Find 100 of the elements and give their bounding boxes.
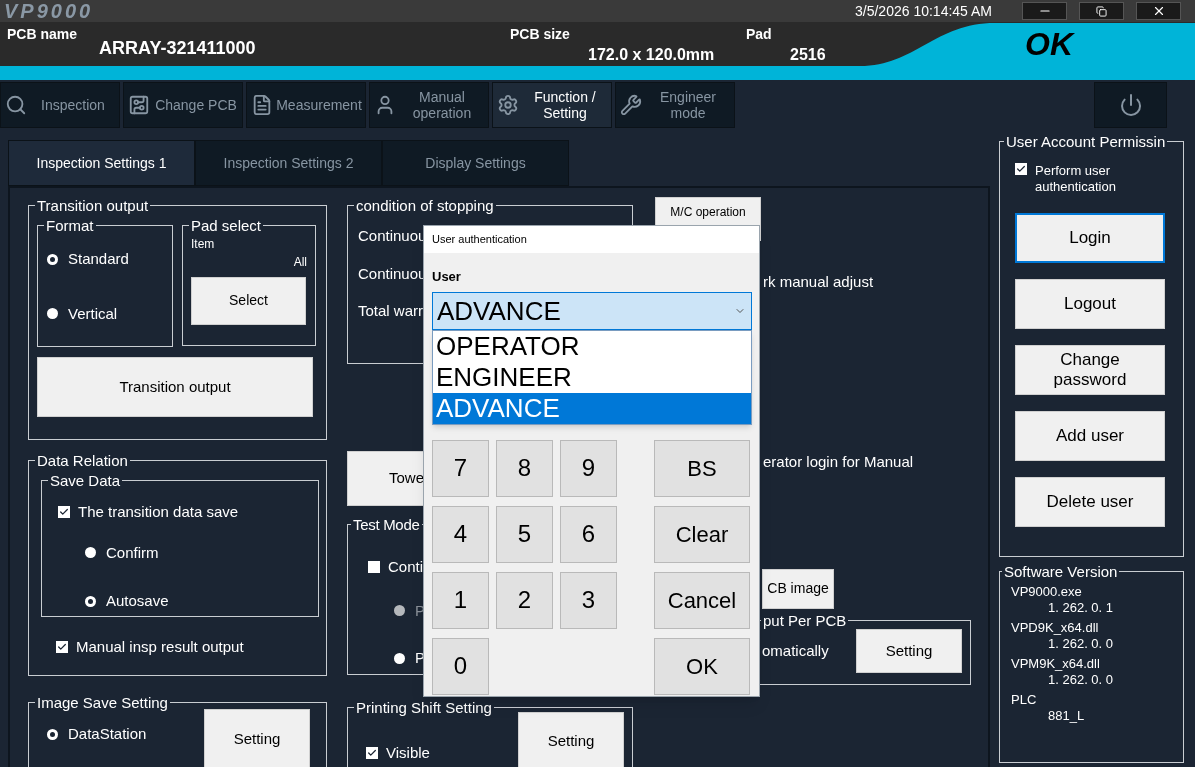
user-select[interactable]: ADVANCE: [432, 291, 752, 330]
close-button[interactable]: [1136, 2, 1181, 20]
checkbox-label: Conti: [388, 557, 424, 578]
account-button[interactable]: Delete user: [1015, 477, 1165, 527]
keypad-key[interactable]: Cancel: [654, 571, 750, 629]
nav-button[interactable]: Change PCB: [123, 81, 243, 128]
condition-label: Continuou: [358, 226, 427, 246]
group-title: Transition output: [36, 197, 150, 214]
radio-button[interactable]: [394, 652, 405, 664]
keypad-key[interactable]: BS: [654, 439, 750, 497]
pcb-size-value: 172.0 x 120.0mm: [588, 45, 716, 65]
select-button[interactable]: Select: [191, 277, 306, 325]
setting-button[interactable]: Setting: [204, 709, 310, 767]
nav-button[interactable]: Inspection: [0, 81, 120, 128]
condition-label: Continuou: [358, 263, 427, 284]
keypad-key[interactable]: 5: [496, 505, 553, 563]
transition-output-button[interactable]: Transition output: [37, 357, 313, 417]
settings-tab[interactable]: Inspection Settings 1: [8, 140, 195, 186]
account-button[interactable]: Logout: [1015, 279, 1165, 329]
nav-button[interactable]: Measurement: [246, 81, 366, 128]
pad-value: 2516: [790, 45, 827, 65]
setting-button[interactable]: Setting: [518, 711, 624, 767]
keypad-key[interactable]: 0: [432, 637, 489, 695]
dropdown-option[interactable]: OPERATOR: [433, 330, 751, 362]
radio-label: Autosave: [106, 591, 169, 612]
keypad-key[interactable]: 9: [560, 439, 617, 497]
module-version: 1. 262. 0. 1: [1048, 600, 1114, 616]
dialog-title: User authentication: [432, 232, 527, 248]
checkbox[interactable]: [368, 561, 380, 574]
radio-button[interactable]: [85, 595, 96, 607]
radio-button[interactable]: [47, 253, 58, 265]
checkbox[interactable]: [366, 746, 378, 759]
minimize-button[interactable]: [1022, 2, 1067, 20]
radio-button[interactable]: [47, 729, 58, 741]
restore-icon: [1096, 5, 1107, 17]
module-name: VP9000.exe: [1011, 584, 1082, 600]
app-logo: VP9000: [4, 1, 94, 21]
module-version: 1. 262. 0. 0: [1048, 672, 1114, 688]
checkbox[interactable]: [1015, 163, 1027, 175]
checkbox-label: The transition data save: [78, 502, 239, 523]
pcb-image-button[interactable]: CB image: [762, 569, 834, 609]
radio-label: Standard: [68, 249, 129, 269]
keypad-key[interactable]: 6: [560, 505, 617, 563]
keypad-key[interactable]: 8: [496, 439, 553, 497]
power-button[interactable]: [1094, 81, 1167, 128]
keypad-key[interactable]: Clear: [654, 505, 750, 563]
group-title: Test Mode: [352, 516, 421, 534]
result-status: OK: [1025, 25, 1073, 64]
power-icon: [1118, 92, 1143, 117]
group-title: Software Version: [1003, 563, 1119, 580]
account-button[interactable]: Change password: [1015, 345, 1165, 395]
keypad-key[interactable]: 3: [560, 571, 617, 629]
module-version: 1. 262. 0. 0: [1048, 636, 1114, 652]
search-icon: [5, 93, 27, 116]
note-text: rk manual adjust: [763, 272, 875, 292]
module-name: VPM9K_x64.dll: [1011, 656, 1100, 672]
group-title: put Per PCB: [762, 612, 848, 629]
group-title: Image Save Setting: [36, 694, 169, 712]
account-button[interactable]: Add user: [1015, 411, 1165, 461]
keypad-key[interactable]: 7: [432, 439, 489, 497]
item-label: Item: [191, 236, 215, 253]
keypad-key[interactable]: 4: [432, 505, 489, 563]
keypad-key[interactable]: 2: [496, 571, 553, 629]
checkbox-label: Visible: [386, 742, 430, 763]
module-name: VPD9K_x64.dll: [1011, 620, 1099, 636]
settings-icon: [497, 93, 519, 116]
dropdown-option[interactable]: ADVANCE: [433, 392, 751, 424]
settings-tab[interactable]: Inspection Settings 2: [195, 140, 382, 186]
keypad-key[interactable]: OK: [654, 637, 750, 695]
group-title: Data Relation: [36, 452, 129, 470]
dropdown-option[interactable]: ENGINEER: [433, 361, 751, 393]
account-button[interactable]: Login: [1015, 213, 1165, 263]
radio-button[interactable]: [85, 547, 96, 559]
group-title: User Account Permissin: [1005, 133, 1167, 150]
group-title: Format: [45, 217, 95, 234]
pcb-size-label: PCB size: [510, 25, 571, 44]
nav-button[interactable]: Function / Setting: [492, 81, 612, 128]
group-title: Pad select: [190, 217, 263, 234]
settings-tab[interactable]: Display Settings: [382, 140, 569, 186]
datetime: 3/5/2026 10:14:45 AM: [855, 1, 992, 21]
radio-label: Vertical: [68, 303, 118, 324]
checkbox[interactable]: [58, 506, 70, 519]
checkbox-label: Manual insp result output: [76, 637, 244, 658]
wrench-icon: [620, 93, 642, 116]
circuit-board-icon: [128, 93, 150, 116]
auto-output-label: omatically: [762, 640, 830, 661]
group-title: Printing Shift Setting: [355, 698, 493, 716]
module-name: PLC: [1011, 692, 1037, 708]
condition-label: Total warr: [358, 301, 424, 321]
note-text: erator login for Manual: [763, 451, 915, 472]
keypad-key[interactable]: 1: [432, 571, 489, 629]
module-version: 881_L: [1048, 708, 1085, 724]
setting-button[interactable]: Setting: [856, 629, 962, 673]
item-value: All: [293, 254, 307, 271]
radio-button[interactable]: [47, 308, 58, 320]
pcb-name-label: PCB name: [7, 25, 78, 44]
nav-button[interactable]: Engineer mode: [615, 81, 735, 128]
restore-button[interactable]: [1079, 2, 1124, 20]
nav-button[interactable]: Manual operation: [369, 81, 489, 128]
checkbox[interactable]: [56, 641, 68, 654]
